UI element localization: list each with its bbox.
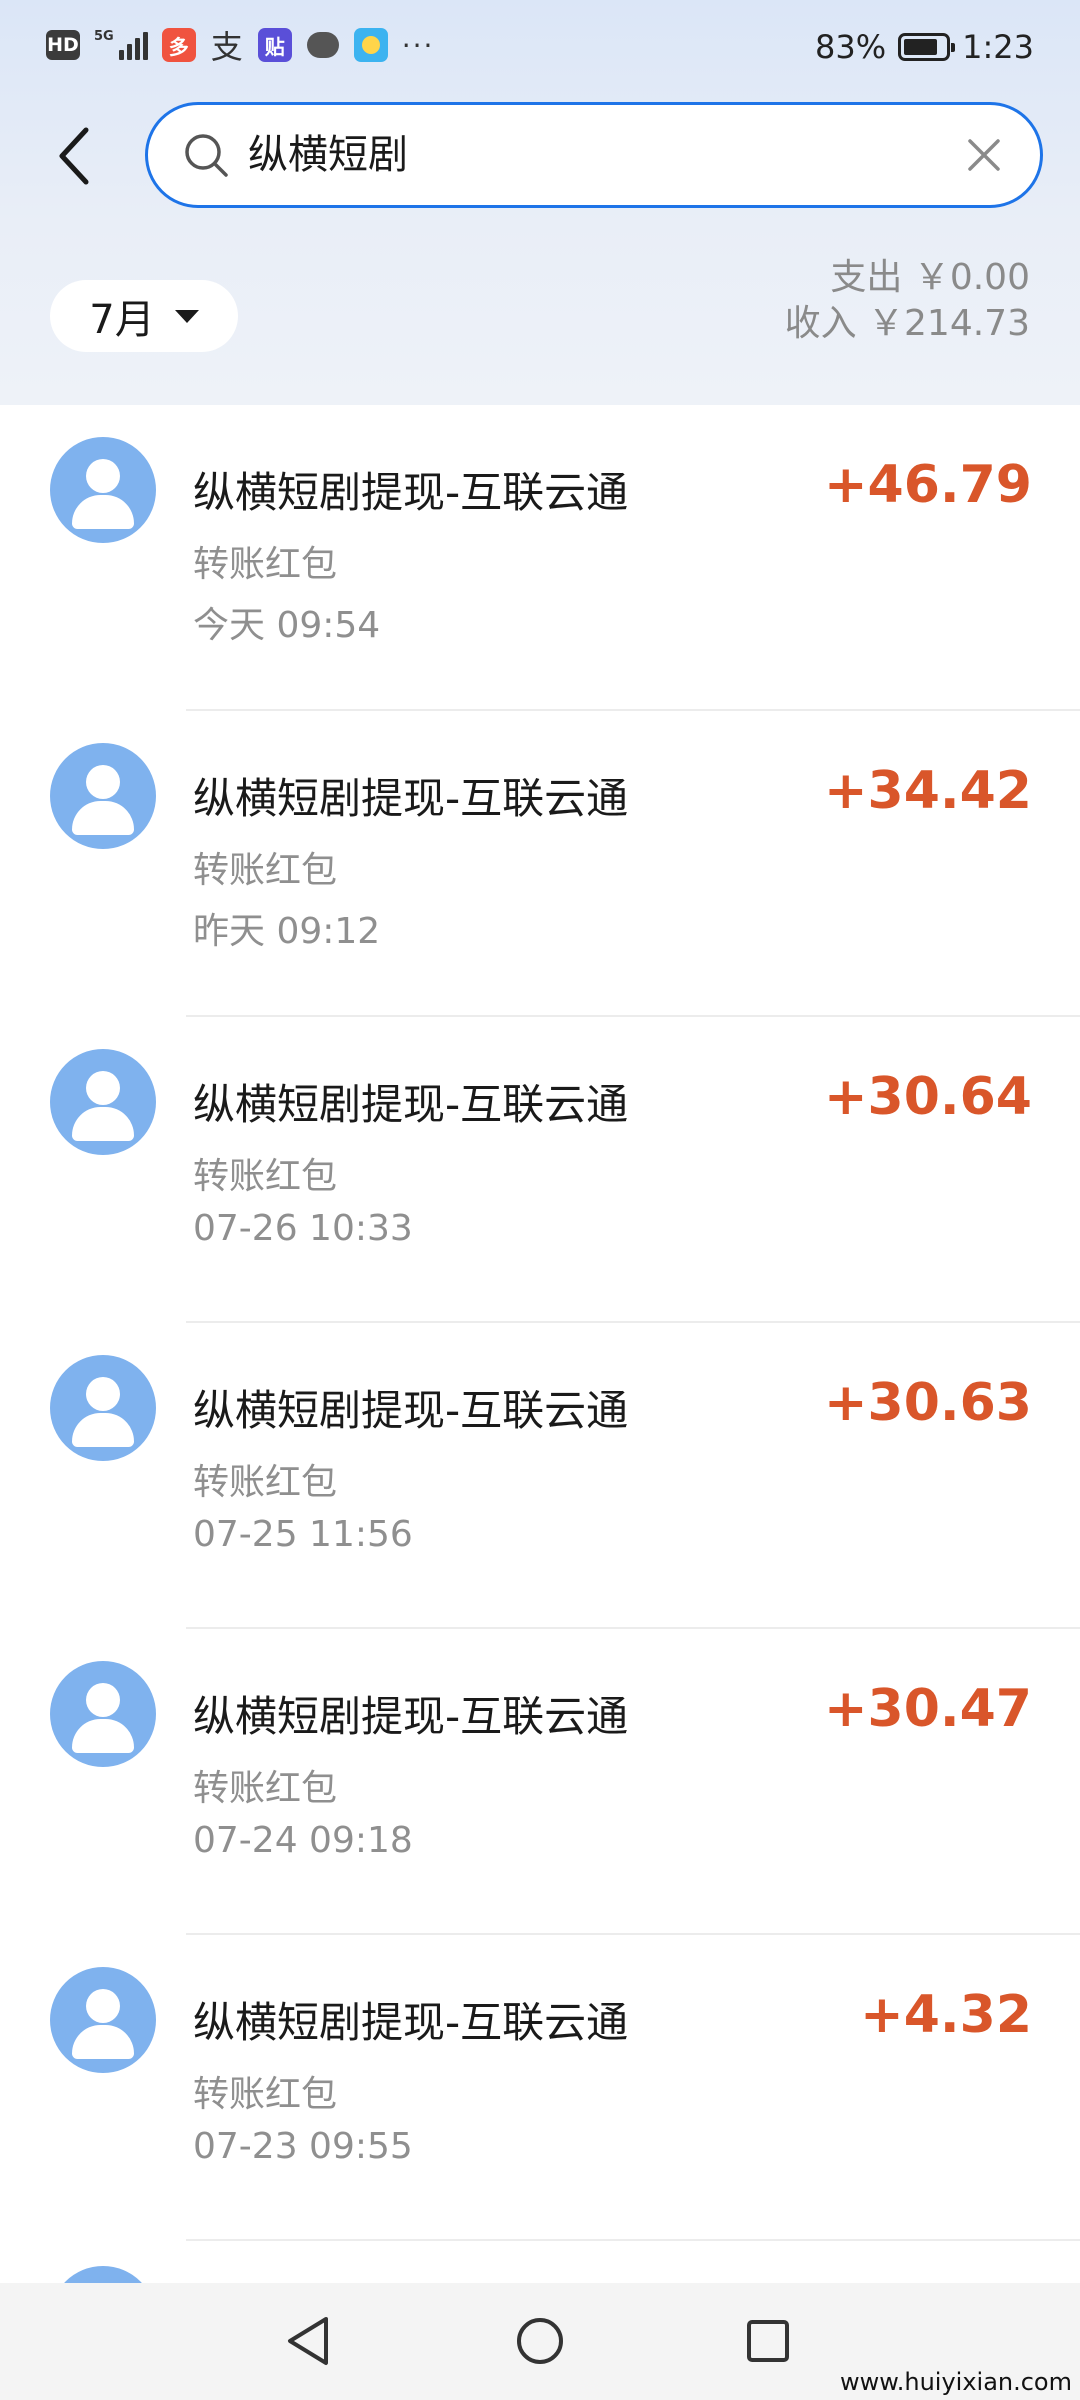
search-icon — [185, 134, 228, 177]
transaction-amount: +4.32 — [860, 1985, 1032, 2045]
transaction-time: 昨天 09:12 — [193, 911, 381, 952]
message-icon — [306, 28, 340, 62]
transaction-row[interactable]: 纵横短剧提现-互联云通 转账红包 昨天 09:12 +34.42 — [0, 711, 1080, 1017]
transaction-type: 转账红包 — [193, 850, 338, 891]
status-icons: HD 5G 多 支 贴 ··· — [46, 28, 435, 66]
triangle-back-icon — [288, 2317, 328, 2365]
battery-percent: 83% — [815, 28, 887, 66]
transaction-title: 纵横短剧提现-互联云通 — [193, 1386, 629, 1435]
transaction-time: 07-23 09:55 — [193, 2126, 413, 2167]
pinduoduo-icon: 多 — [161, 28, 196, 62]
battery-icon — [898, 33, 956, 61]
avatar — [50, 1967, 156, 2073]
transaction-title: 纵横短剧提现-互联云通 — [193, 1080, 629, 1129]
search-input[interactable] — [248, 127, 888, 183]
clock-time: 1:23 — [962, 28, 1034, 66]
transaction-amount: +34.42 — [823, 761, 1032, 821]
avatar — [50, 1049, 156, 1155]
transaction-type: 转账红包 — [193, 1768, 338, 1809]
transaction-time: 07-25 11:56 — [193, 1514, 413, 1555]
month-filter-button[interactable]: 7月 — [50, 280, 238, 352]
income-total: 收入 ￥214.73 — [784, 303, 1030, 344]
transaction-type: 转账红包 — [193, 2074, 338, 2115]
transaction-time: 07-24 09:18 — [193, 1820, 413, 1861]
transaction-title: 纵横短剧提现-互联云通 — [193, 774, 629, 823]
status-right: 83% 1:23 — [815, 28, 1034, 66]
alipay-icon: 支 — [210, 28, 243, 66]
transaction-row[interactable]: 纵横短剧提现-互联云通 转账红包 07-26 10:33 +30.64 — [0, 1017, 1080, 1323]
transaction-time: 今天 09:54 — [193, 605, 381, 646]
transaction-type: 转账红包 — [193, 1156, 338, 1197]
transaction-amount: +46.79 — [823, 455, 1032, 515]
avatar — [50, 1661, 156, 1767]
transaction-row[interactable]: 纵横短剧提现-互联云通 转账红包 07-23 09:55 +4.32 — [0, 1935, 1080, 2241]
avatar — [50, 437, 156, 543]
network-type-label: 5G — [94, 29, 114, 44]
weather-icon — [353, 28, 388, 62]
chevron-left-icon — [59, 127, 89, 185]
avatar — [50, 743, 156, 849]
transaction-row[interactable]: 纵横短剧提现-互联云通 转账红包 今天 09:54 +46.79 — [0, 405, 1080, 711]
avatar — [50, 1355, 156, 1461]
nav-recents-button[interactable] — [738, 2311, 798, 2371]
watermark-text: www.huiyixian.com — [840, 2368, 1072, 2396]
transaction-amount: +30.64 — [823, 1067, 1032, 1127]
transaction-title: 纵横短剧提现-互联云通 — [193, 1692, 629, 1741]
more-notifications-icon: ··· — [401, 28, 435, 62]
transaction-amount: +30.63 — [823, 1373, 1032, 1433]
caret-down-icon — [174, 309, 199, 323]
nav-home-button[interactable] — [510, 2311, 570, 2371]
system-navigation-bar: www.huiyixian.com — [0, 2283, 1080, 2400]
square-recents-icon — [747, 2320, 789, 2362]
hd-icon: HD — [46, 30, 80, 60]
circle-home-icon — [517, 2318, 563, 2364]
status-bar: HD 5G 多 支 贴 ··· 83% 1:23 — [0, 0, 1080, 100]
clear-search-button[interactable] — [958, 129, 1010, 181]
close-icon — [968, 139, 1000, 171]
search-box[interactable] — [145, 102, 1043, 208]
transaction-type: 转账红包 — [193, 1462, 338, 1503]
signal-icon: 5G — [94, 30, 148, 60]
transaction-time: 07-26 10:33 — [193, 1208, 413, 1249]
tieba-icon: 贴 — [257, 28, 292, 62]
transaction-row[interactable]: 纵横短剧提现-互联云通 转账红包 07-25 11:56 +30.63 — [0, 1323, 1080, 1629]
expense-total: 支出 ￥0.00 — [830, 257, 1030, 298]
transaction-list: 纵横短剧提现-互联云通 转账红包 今天 09:54 +46.79 纵横短剧提现-… — [0, 405, 1080, 2301]
monthly-summary: 支出 ￥0.00 收入 ￥214.73 — [785, 255, 1030, 347]
transaction-title: 纵横短剧提现-互联云通 — [193, 468, 629, 517]
transaction-type: 转账红包 — [193, 544, 338, 585]
nav-back-button[interactable] — [278, 2311, 338, 2371]
transaction-amount: +30.47 — [823, 1679, 1032, 1739]
month-label: 7月 — [89, 297, 155, 343]
transaction-title: 纵横短剧提现-互联云通 — [193, 1998, 629, 2047]
back-button[interactable] — [44, 120, 104, 192]
transaction-row[interactable]: 纵横短剧提现-互联云通 转账红包 07-24 09:18 +30.47 — [0, 1629, 1080, 1935]
